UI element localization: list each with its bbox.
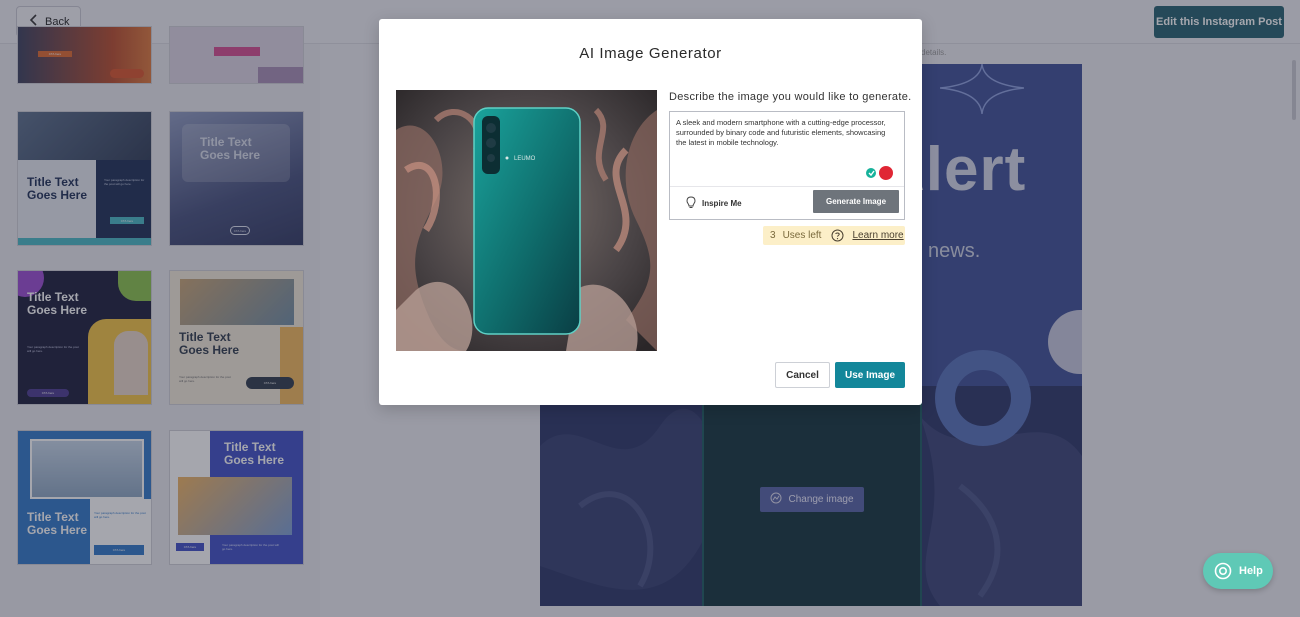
prompt-divider [670,186,904,187]
help-button[interactable]: Help [1203,553,1273,589]
use-image-button[interactable]: Use Image [835,362,905,388]
generated-image-preview: LEUMO [396,90,657,351]
learn-more-link[interactable]: Learn more [852,230,903,241]
grammar-check-icon[interactable] [860,164,896,182]
cancel-button[interactable]: Cancel [775,362,830,388]
prompt-textarea[interactable]: A sleek and modern smartphone with a cut… [669,111,905,220]
lifebuoy-icon [1214,562,1232,580]
dialog-title: AI Image Generator [579,45,722,62]
help-label: Help [1239,565,1263,577]
phone-brand-text: LEUMO [514,156,536,162]
prompt-label: Describe the image you would like to gen… [669,91,912,103]
ai-image-generator-dialog: AI Image Generator LEUMO Describe the im… [379,19,922,405]
uses-left-badge: 3 Uses left Learn more [763,226,905,245]
generate-image-button[interactable]: Generate Image [813,190,899,213]
inspire-me-label: Inspire Me [702,198,742,208]
lightbulb-icon [686,195,696,211]
prompt-text: A sleek and modern smartphone with a cut… [676,118,886,147]
uses-label: Uses left [782,230,822,241]
uses-count: 3 [770,230,776,241]
question-circle-icon [831,229,844,242]
inspire-me-button[interactable]: Inspire Me [686,192,742,214]
